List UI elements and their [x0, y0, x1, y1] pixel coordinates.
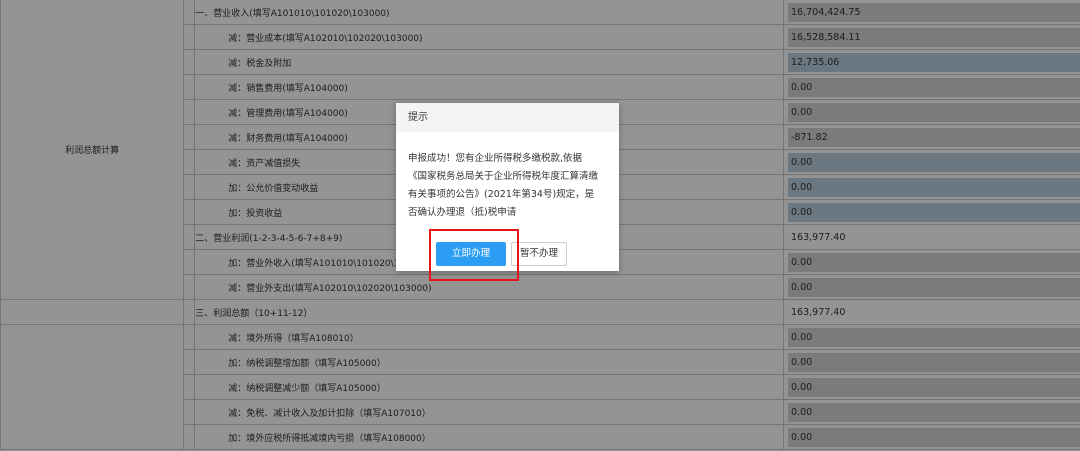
dialog-message: 申报成功！您有企业所得税多缴税款,依据 《国家税务总局关于企业所得税年度汇算清缴…	[396, 132, 619, 222]
dialog-message-line: 《国家税务总局关于企业所得税年度汇算清缴	[408, 171, 599, 182]
dialog-message-line: 否确认办理退（抵)税申请	[408, 207, 517, 218]
not-now-button[interactable]: 暂不办理	[511, 242, 567, 266]
dialog-message-line: 有关事项的公告》(2021年第34号)规定，是	[408, 189, 595, 200]
highlight-annotation-box	[429, 229, 519, 281]
dialog-message-line: 申报成功！您有企业所得税多缴税款,依据	[408, 153, 583, 164]
dialog-title: 提示	[396, 103, 619, 132]
